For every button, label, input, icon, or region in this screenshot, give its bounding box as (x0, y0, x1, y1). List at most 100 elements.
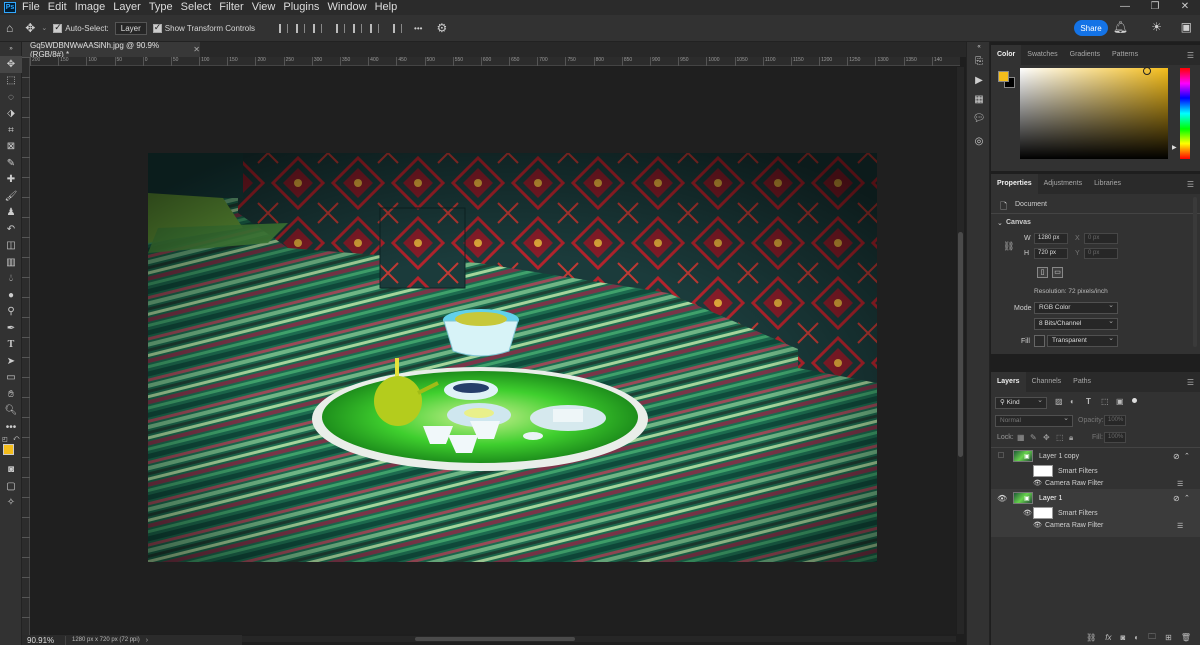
minimize-icon[interactable]: — (1110, 0, 1140, 15)
close-window-icon[interactable]: ✕ (1170, 0, 1200, 15)
tab-paths[interactable]: Paths (1067, 372, 1097, 392)
color-panel-foreground-swatch[interactable] (998, 71, 1009, 82)
filter-blending-options-icon[interactable]: ☰ (1177, 522, 1183, 530)
expand-panels-icon[interactable]: « (967, 42, 991, 52)
object-selection-tool-icon[interactable]: ⬗ (0, 106, 22, 123)
lock-all-icon[interactable]: 🔒︎ (1069, 433, 1073, 443)
tab-swatches[interactable]: Swatches (1021, 45, 1063, 65)
clone-stamp-tool-icon[interactable]: ♟ (0, 205, 22, 222)
document-tab[interactable]: Gq5WDBNWwAASiNh.jpg @ 90.9% (RGB/8#) * ✕ (22, 41, 200, 59)
menu-select[interactable]: Select (181, 0, 212, 15)
auto-select-target-dropdown[interactable]: Layer (114, 21, 147, 35)
color-picker-cursor[interactable] (1143, 67, 1151, 75)
camera-raw-filter-label[interactable]: Camera Raw Filter (1045, 480, 1103, 487)
tab-patterns[interactable]: Patterns (1106, 45, 1144, 65)
menu-view[interactable]: View (252, 0, 276, 15)
zoom-tool-icon[interactable]: 🔍︎ (0, 403, 22, 420)
align-top-icon[interactable] (336, 23, 346, 33)
filter-type-icon[interactable]: T (1086, 397, 1091, 406)
chevron-right-icon[interactable]: › (146, 637, 148, 644)
type-tool-icon[interactable]: T (0, 337, 22, 354)
restore-icon[interactable]: ❐ (1140, 0, 1170, 15)
screen-mode-icon[interactable]: ▢ (0, 478, 22, 495)
edit-toolbar-icon[interactable]: ••• (0, 419, 22, 436)
toolbar-collapse-icon[interactable]: » (0, 42, 22, 56)
layer-visibility-toggle-hidden[interactable] (998, 452, 1004, 458)
lock-transparency-icon[interactable]: ▦ (1017, 433, 1025, 442)
layer-name[interactable]: Layer 1 copy (1039, 453, 1079, 460)
menu-plugins[interactable]: Plugins (283, 0, 319, 15)
frame-tool-icon[interactable]: ⊠ (0, 139, 22, 156)
menu-help[interactable]: Help (375, 0, 398, 15)
blur-tool-icon[interactable]: 💧︎ (0, 271, 22, 288)
layer-thumbnail[interactable] (1013, 450, 1033, 462)
height-field[interactable]: 720 px (1034, 248, 1068, 259)
adjustment-layer-icon[interactable]: ◐ (1134, 633, 1139, 642)
quick-mask-icon[interactable]: ◙ (0, 462, 22, 479)
link-layers-icon[interactable]: ⛓ (1086, 633, 1096, 642)
dodge-tool-icon[interactable]: ● (0, 287, 22, 304)
filter-shape-icon[interactable]: ⬚ (1101, 397, 1109, 406)
smart-filter-mask[interactable] (1033, 465, 1053, 477)
landscape-orientation-icon[interactable]: ▭ (1052, 267, 1063, 278)
panel-menu-icon[interactable]: ☰ (1187, 51, 1194, 60)
share-button[interactable]: Share (1074, 20, 1108, 36)
generative-fill-icon[interactable]: ✧ (0, 495, 22, 512)
menu-filter[interactable]: Filter (219, 0, 243, 15)
new-layer-icon[interactable]: ⊞ (1165, 633, 1172, 642)
default-colors-icon[interactable]: ◰ (2, 436, 8, 443)
lock-pixels-icon[interactable]: ✎ (1030, 433, 1037, 442)
brightness-icon[interactable]: ☀ (1151, 20, 1162, 34)
zoom-level[interactable]: 90.91% (22, 635, 66, 645)
vertical-scrollbar[interactable] (957, 67, 964, 634)
filter-options-icon[interactable]: ⊘ (1173, 452, 1180, 461)
move-tool-preset-icon[interactable]: ✥ (25, 21, 35, 35)
filter-blending-options-icon[interactable]: ☰ (1177, 480, 1183, 488)
history-icon[interactable]: ⎘ (967, 52, 991, 71)
move-tool-icon[interactable]: ✥ (0, 56, 22, 73)
workspace-icon[interactable]: ▣ (1181, 20, 1192, 34)
healing-brush-tool-icon[interactable]: ✚ (0, 172, 22, 189)
eyedropper-tool-icon[interactable]: ✎ (0, 155, 22, 172)
layer-filter-kind-dropdown[interactable]: ⚲ Kind (995, 396, 1047, 409)
auto-select-checkbox[interactable] (53, 22, 63, 33)
layer-visibility-eye-icon[interactable]: 👁︎ (997, 494, 1007, 503)
hue-slider[interactable] (1180, 68, 1190, 159)
transform-controls-checkbox[interactable] (152, 22, 162, 33)
filter-adjustment-icon[interactable]: ◐ (1070, 397, 1075, 406)
glyphs-icon[interactable]: ▦ (967, 90, 991, 109)
blend-mode-dropdown[interactable]: Normal (995, 414, 1073, 427)
foreground-color-swatch[interactable] (3, 443, 14, 455)
tab-channels[interactable]: Channels (1026, 372, 1068, 392)
rectangle-tool-icon[interactable]: ▭ (0, 370, 22, 387)
close-tab-icon[interactable]: ✕ (193, 45, 200, 54)
gear-icon[interactable]: ⚙ (436, 21, 447, 35)
fill-opacity-field[interactable]: 100% (1104, 432, 1126, 443)
tab-adjustments[interactable]: Adjustments (1038, 174, 1089, 194)
menu-type[interactable]: Type (149, 0, 173, 15)
tab-layers[interactable]: Layers (991, 372, 1026, 392)
filter-pixel-icon[interactable]: ▨ (1055, 397, 1063, 406)
layer-style-fx-icon[interactable]: fx (1105, 633, 1111, 642)
color-picker-field[interactable] (1020, 68, 1168, 159)
add-mask-icon[interactable]: ◙ (1120, 633, 1125, 642)
lasso-tool-icon[interactable]: ◌ (0, 89, 22, 106)
swap-colors-icon[interactable]: ⤺ (13, 436, 19, 443)
actions-play-icon[interactable]: ▶ (967, 71, 991, 90)
fill-swatch[interactable] (1034, 335, 1045, 347)
canvas-collapse-icon[interactable]: ⌄ (997, 219, 1003, 227)
tab-properties[interactable]: Properties (991, 174, 1038, 194)
tab-libraries[interactable]: Libraries (1088, 174, 1127, 194)
properties-menu-icon[interactable]: ☰ (1187, 180, 1194, 189)
tab-gradients[interactable]: Gradients (1064, 45, 1106, 65)
menu-file[interactable]: File (22, 0, 40, 15)
eraser-tool-icon[interactable]: ◫ (0, 238, 22, 255)
home-icon[interactable]: ⌂ (6, 21, 13, 35)
hue-slider-handle[interactable]: ▶ (1172, 144, 1177, 151)
x-field[interactable]: 0 px (1084, 233, 1118, 244)
smart-filters-visibility-eye-icon[interactable]: 👁︎ (1023, 509, 1032, 517)
pen-tool-icon[interactable]: ✒ (0, 320, 22, 337)
camera-raw-filter-label[interactable]: Camera Raw Filter (1045, 522, 1103, 529)
layers-menu-icon[interactable]: ☰ (1187, 378, 1194, 387)
layer-name[interactable]: Layer 1 (1039, 495, 1062, 502)
